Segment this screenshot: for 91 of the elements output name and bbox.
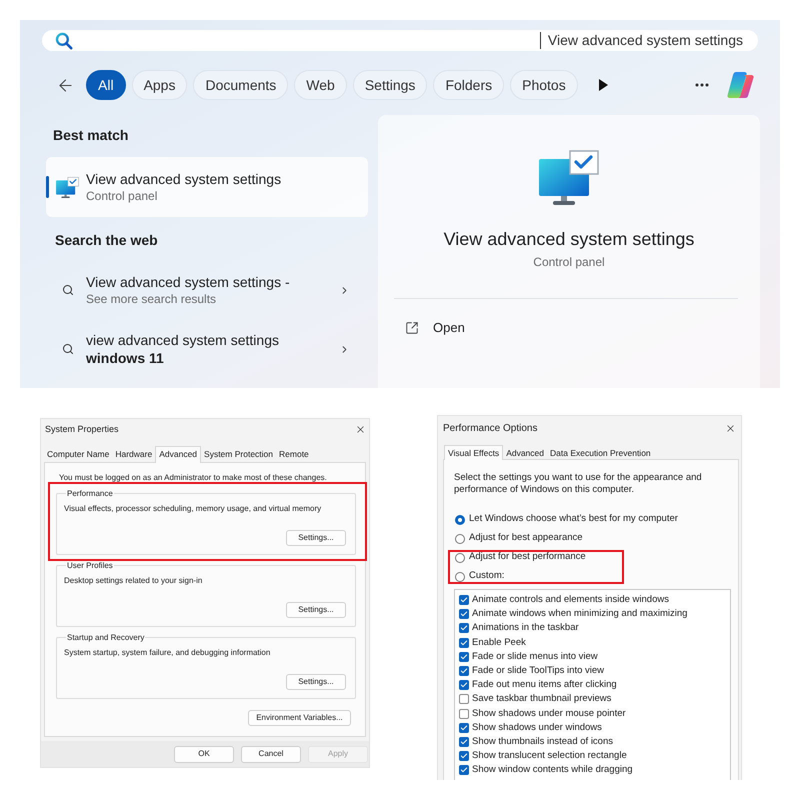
- settings-button[interactable]: Settings...: [286, 674, 346, 690]
- checkbox[interactable]: [459, 736, 469, 747]
- radio-button[interactable]: [455, 552, 465, 562]
- dialog-tab[interactable]: Data Execution Prevention: [547, 447, 654, 459]
- checkbox-label[interactable]: Show shadows under windows: [472, 722, 602, 734]
- radio-label[interactable]: Custom:: [469, 569, 504, 584]
- group-label: User Profiles: [66, 560, 114, 571]
- close-icon[interactable]: [725, 423, 736, 434]
- checkbox[interactable]: [459, 595, 469, 606]
- filter-tab[interactable]: Folders: [433, 70, 504, 100]
- filter-tab[interactable]: All: [86, 70, 126, 100]
- settings-button[interactable]: Settings...: [286, 530, 346, 546]
- notice-text: You must be logged on as an Administrator to make most of these changes.: [58, 472, 328, 483]
- group-description: Visual effects, processor scheduling, memory usage, and virtual memory: [64, 504, 322, 514]
- search-icon: [62, 343, 74, 355]
- checkbox-label[interactable]: Show window contents while dragging: [472, 764, 633, 776]
- checkbox[interactable]: [459, 623, 469, 634]
- checkbox[interactable]: [459, 609, 469, 620]
- result-subtitle: Control panel: [86, 188, 158, 204]
- play-icon[interactable]: [598, 79, 608, 91]
- monitor-check-icon: [56, 176, 79, 198]
- dialog-tab[interactable]: Advanced: [503, 447, 547, 459]
- result-title: View advanced system settings: [86, 170, 282, 188]
- filter-tab[interactable]: Photos: [510, 70, 578, 100]
- search-icon: [55, 32, 73, 50]
- group-label: Startup and Recovery: [66, 632, 146, 643]
- filter-tab[interactable]: Apps: [132, 70, 188, 100]
- monitor-check-icon: [539, 150, 599, 205]
- radio-button[interactable]: [455, 572, 465, 582]
- radio-label[interactable]: Let Windows choose what’s best for my computer: [469, 512, 678, 527]
- checkbox-label[interactable]: Save taskbar thumbnail previews: [472, 693, 612, 706]
- environment-variables-button[interactable]: Environment Variables...: [248, 710, 351, 726]
- dialog-tab[interactable]: Computer Name: [44, 448, 112, 462]
- radio-button[interactable]: [455, 534, 465, 544]
- web-result-item[interactable]: View advanced system settings - See more search results: [46, 268, 368, 312]
- dialog-button[interactable]: OK: [174, 746, 234, 763]
- filter-tab[interactable]: Web: [294, 70, 347, 100]
- checkbox[interactable]: [459, 694, 469, 704]
- preview-title: View advanced system settings: [444, 228, 694, 251]
- app-logo-icon[interactable]: [725, 71, 755, 99]
- section-heading: Best match: [52, 126, 130, 144]
- dialog-tab[interactable]: Advanced: [155, 446, 202, 463]
- checkbox[interactable]: [459, 652, 469, 662]
- radio-label[interactable]: Adjust for best appearance: [469, 531, 583, 546]
- group-description: Desktop settings related to your sign-in: [64, 576, 204, 586]
- checkbox[interactable]: [459, 638, 469, 648]
- checkbox-label[interactable]: Show thumbnails instead of icons: [472, 736, 613, 748]
- dialog-button[interactable]: Cancel: [241, 746, 301, 763]
- radio-label[interactable]: Adjust for best performance: [469, 550, 586, 565]
- checkbox-label[interactable]: Show translucent selection rectangle: [472, 750, 627, 762]
- checkbox[interactable]: [459, 666, 469, 676]
- result-title: View advanced system settings -: [86, 273, 291, 291]
- checkbox-label[interactable]: Animations in the taskbar: [472, 622, 579, 634]
- group-label: Performance: [66, 488, 114, 499]
- filter-tab[interactable]: Settings: [352, 70, 428, 100]
- external-link-icon: [405, 321, 419, 335]
- group-description: System startup, system failure, and debugging information: [64, 648, 272, 658]
- settings-button[interactable]: Settings...: [286, 602, 346, 618]
- result-title: view advanced system settings windows 11: [86, 331, 280, 367]
- radio-button[interactable]: [455, 514, 465, 524]
- section-heading: Search the web: [54, 231, 159, 249]
- checkbox[interactable]: [459, 722, 469, 733]
- checkbox-label[interactable]: Show shadows under mouse pointer: [472, 708, 626, 720]
- result-subtitle: See more search results: [86, 291, 218, 307]
- checkbox-label[interactable]: Enable Peek: [472, 636, 526, 649]
- dialog-tab[interactable]: Hardware: [112, 448, 156, 462]
- checkbox[interactable]: [459, 680, 469, 690]
- dialog-tab[interactable]: Remote: [276, 448, 312, 462]
- dialog-tab[interactable]: System Protection: [201, 448, 276, 462]
- checkbox-label[interactable]: Animate controls and elements inside windows: [472, 594, 669, 606]
- dialog-tab[interactable]: Visual Effects: [444, 445, 504, 460]
- checkbox-label[interactable]: Fade or slide menus into view: [472, 650, 598, 663]
- more-icon[interactable]: [695, 83, 709, 87]
- text-cursor-icon: [540, 32, 541, 49]
- search-field[interactable]: View advanced system settings: [42, 30, 758, 51]
- open-button[interactable]: Open: [405, 318, 465, 338]
- checkbox[interactable]: [459, 751, 469, 762]
- close-icon[interactable]: [355, 424, 366, 436]
- window-title: Performance Options: [443, 422, 538, 436]
- preview-subtitle: Control panel: [533, 254, 605, 270]
- checkbox[interactable]: [459, 708, 469, 719]
- result-item[interactable]: View advanced system settings Control panel: [46, 157, 368, 217]
- filter-tab[interactable]: Documents: [193, 70, 288, 100]
- checkbox[interactable]: [459, 765, 469, 776]
- checkbox-label[interactable]: Fade or slide ToolTips into view: [472, 665, 604, 678]
- checkbox-label[interactable]: Animate windows when minimizing and maximizing: [472, 608, 688, 620]
- intro-text: Select the settings you want to use for the appearance and performance of Windows on this computer.: [454, 472, 703, 496]
- search-icon: [62, 284, 74, 296]
- web-result-item[interactable]: view advanced system settings windows 11: [46, 322, 368, 376]
- checkbox-label[interactable]: Fade out menu items after clicking: [472, 679, 617, 692]
- window-title: System Properties: [45, 423, 119, 436]
